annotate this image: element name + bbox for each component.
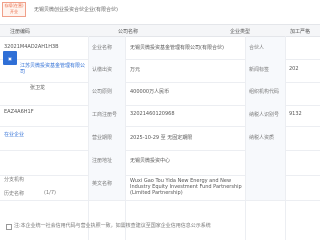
- value-name: 无锡贝微投资基金管理有限公司(有限合伙): [130, 45, 224, 51]
- history-label: 历史名称: [4, 191, 25, 197]
- label-principle: 公司原则: [92, 89, 113, 95]
- value-taxpayer: 9132: [289, 111, 302, 117]
- label-column-right: [246, 37, 285, 200]
- admin-label: 分支机构: [4, 177, 25, 183]
- label-partner: 合伙人: [249, 45, 265, 51]
- org-code: EAZ4A6H1F: [4, 109, 34, 115]
- label-news: 新闻标签: [249, 67, 270, 73]
- registration-number: 32021M4AD2AH1H3B: [4, 44, 59, 50]
- label-taxpayer: 纳税人识别号: [249, 112, 280, 118]
- value-english: Wuxi Gao Tou Yida New Energy and New Ind…: [130, 178, 242, 196]
- label-name: 企业名称: [92, 45, 113, 51]
- label-org-code: 组织机构代码: [249, 89, 280, 95]
- column-header-bar: 注册编码 公司名称 企业类型 加工严格: [0, 24, 320, 37]
- tab-company-type[interactable]: 企业类型: [230, 28, 250, 35]
- tab-extra[interactable]: 加工严格: [290, 28, 310, 35]
- value-period: 2025-10-29 至 无固定期限: [130, 135, 193, 141]
- person-name[interactable]: 张卫龙: [30, 84, 45, 91]
- status-link[interactable]: 在业企业: [4, 131, 24, 138]
- label-reg-no: 工商注册号: [92, 112, 118, 118]
- tab-company-name[interactable]: 公司名称: [118, 28, 138, 35]
- value-address: 无锡贝微投资中心: [130, 158, 171, 164]
- label-english: 英文名称: [92, 181, 113, 187]
- company-logo: ▣: [3, 51, 17, 65]
- company-link[interactable]: 江苏贝微投资基金管理有限公司: [20, 63, 86, 75]
- label-address: 注册地址: [92, 158, 113, 164]
- value-news: 202: [289, 66, 299, 72]
- label-period: 营业期限: [92, 135, 113, 141]
- divider: [285, 36, 286, 240]
- tab-reg-no[interactable]: 注册编码: [10, 28, 30, 35]
- label-subscribed: 认缴出资: [92, 67, 113, 73]
- value-principle: 400000万人民币: [130, 89, 170, 95]
- page-title: 无锡贝微创业投资合伙企业(有限合伙): [34, 7, 118, 13]
- divider: [125, 36, 126, 240]
- row-divider: [0, 200, 320, 201]
- value-reg-no: 32021460120968: [130, 111, 175, 117]
- notice-checkbox[interactable]: [6, 224, 12, 230]
- label-column: [89, 37, 125, 200]
- history-count[interactable]: (1/7): [44, 190, 56, 196]
- status-tag: 存续(在营) 开业: [2, 2, 26, 17]
- value-subscribed: 万元: [130, 67, 141, 73]
- footer-note: 注:本企业统一社会信用代码与营业执照一致，如需核查建议至国家企业信用信息公示系统: [14, 223, 211, 229]
- label-tax-qual: 纳税人资质: [249, 135, 275, 141]
